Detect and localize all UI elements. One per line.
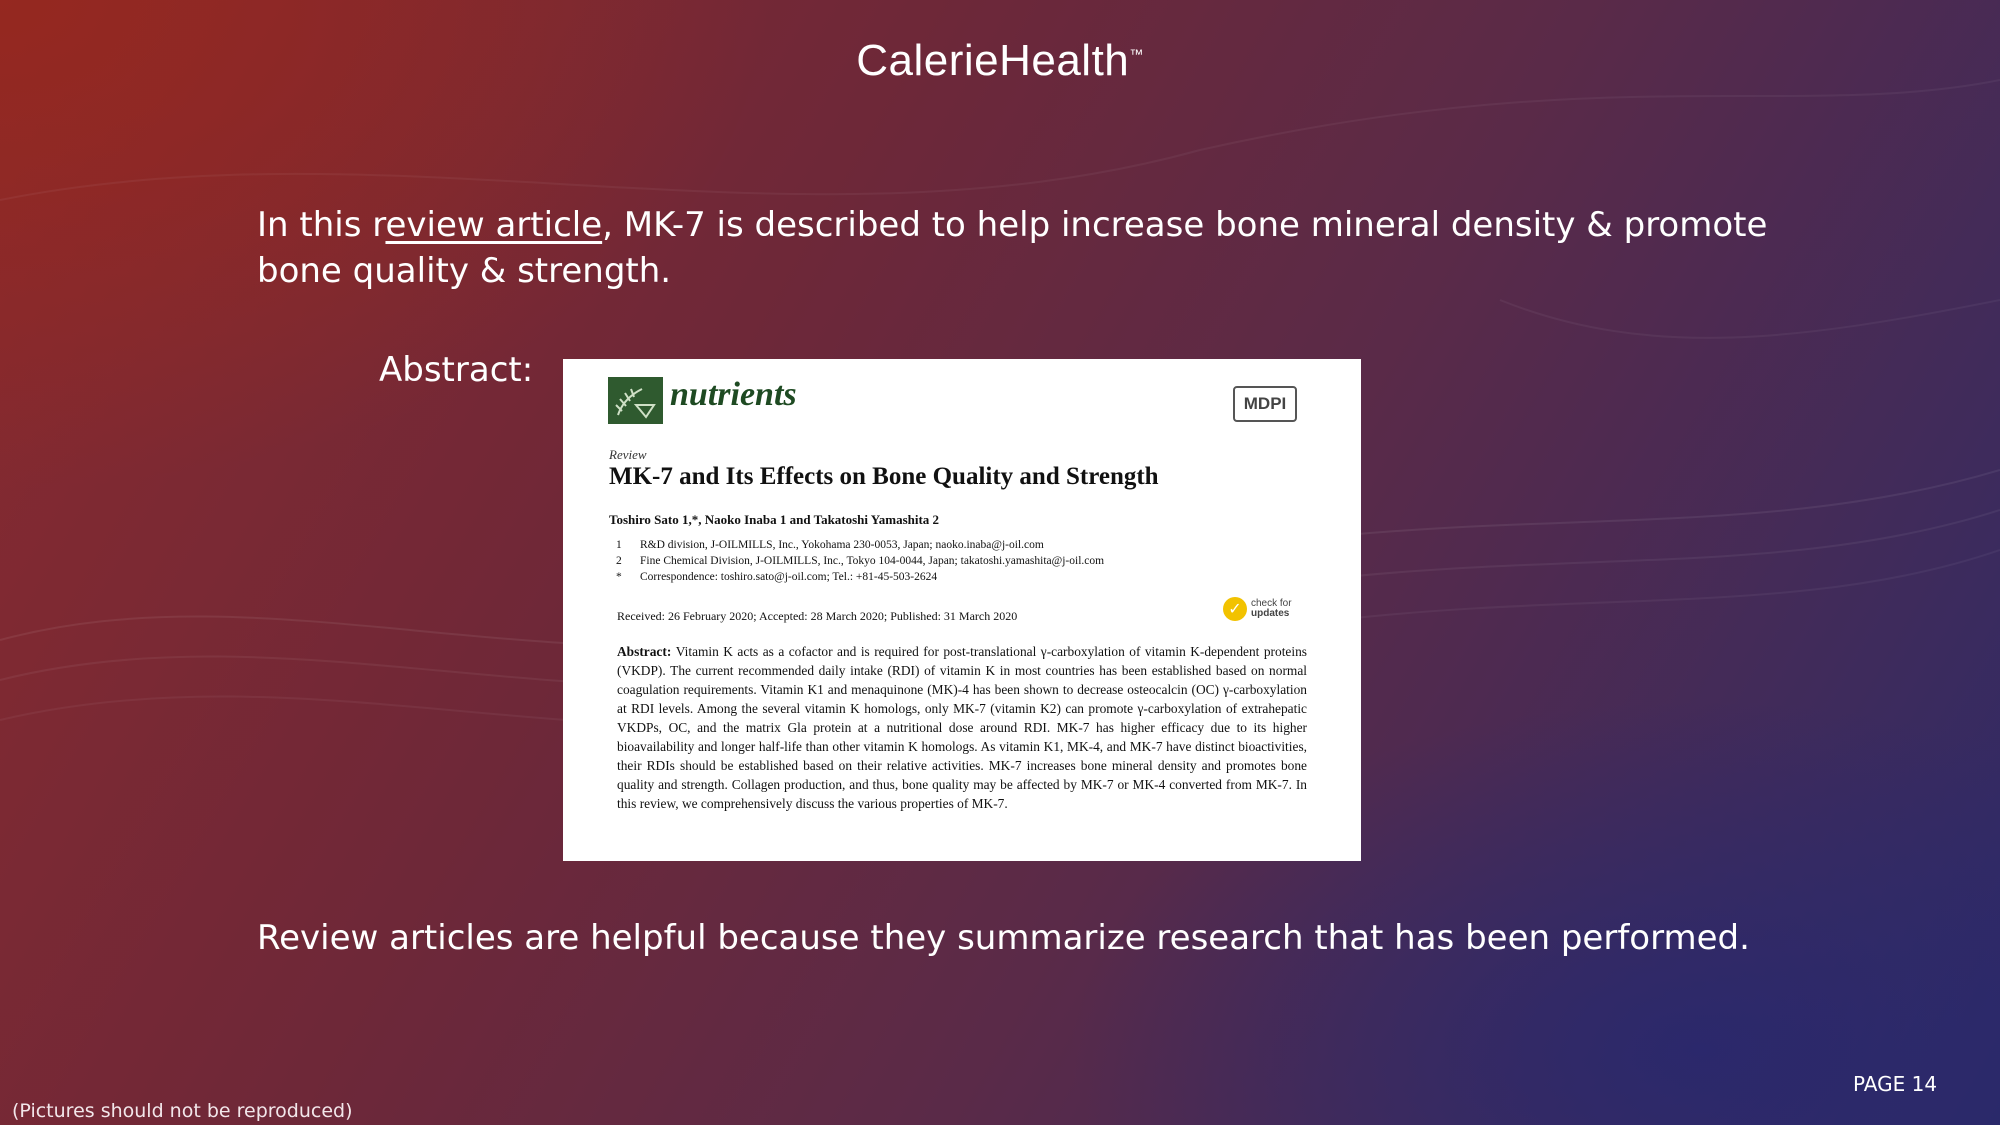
copyright-note: (Pictures should not be reproduced): [12, 1100, 353, 1122]
journal-name: nutrients: [670, 376, 797, 413]
affiliation-item: 1 R&D division, J-OILMILLS, Inc., Yokoham…: [616, 537, 1104, 553]
abstract-heading: Abstract:: [617, 644, 672, 659]
abstract-label: Abstract:: [379, 350, 534, 390]
check-for-updates-badge: ✓ check for updates: [1223, 597, 1292, 621]
abstract-body: Abstract: Vitamin K acts as a cofactor a…: [617, 642, 1307, 813]
affiliation-text: R&D division, J-OILMILLS, Inc., Yokohama…: [640, 539, 1044, 551]
publisher-logo: MDPI: [1233, 386, 1297, 422]
affiliations-list: 1 R&D division, J-OILMILLS, Inc., Yokoham…: [616, 537, 1104, 585]
affiliation-marker: *: [616, 571, 622, 583]
closing-statement: Review articles are helpful because they…: [257, 918, 1750, 958]
article-authors: Toshiro Sato 1,*, Naoko Inaba 1 and Taka…: [609, 512, 940, 527]
article-title: MK-7 and Its Effects on Bone Quality and…: [609, 463, 1159, 490]
review-article-link[interactable]: eview article: [385, 205, 602, 245]
lead-paragraph: In this review article, MK-7 is describe…: [257, 202, 1797, 294]
affiliation-text: Fine Chemical Division, J-OILMILLS, Inc.…: [640, 555, 1105, 567]
check-updates-line2: updates: [1251, 608, 1290, 619]
brand-name: CalerieHealth: [856, 36, 1130, 85]
article-dates: Received: 26 February 2020; Accepted: 28…: [617, 609, 1018, 623]
affiliation-text: Correspondence: toshiro.sato@j-oil.com; …: [640, 571, 938, 583]
checkmark-icon: ✓: [1223, 597, 1247, 621]
page-number: PAGE 14: [1853, 1072, 1938, 1096]
article-type: Review: [609, 447, 647, 462]
affiliation-marker: 2: [616, 555, 622, 567]
affiliation-item: * Correspondence: toshiro.sato@j-oil.com;…: [616, 569, 1104, 585]
abstract-text: Vitamin K acts as a cofactor and is requ…: [617, 644, 1307, 811]
affiliation-item: 2 Fine Chemical Division, J-OILMILLS, Inc…: [616, 553, 1104, 569]
journal-logo-icon: [608, 377, 663, 424]
paper-abstract-image: nutrients MDPI Review MK-7 and Its Effec…: [563, 359, 1361, 861]
trademark-symbol: ™: [1129, 46, 1144, 62]
brand-logo: CalerieHealth™: [0, 36, 2000, 86]
lead-text-start: In this r: [257, 205, 386, 245]
affiliation-marker: 1: [616, 539, 622, 551]
